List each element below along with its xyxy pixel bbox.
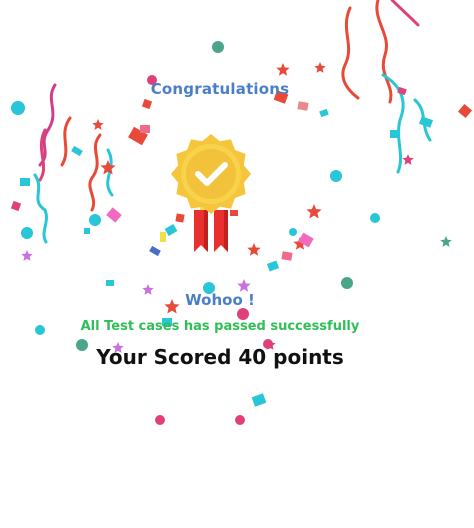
confetti-piece <box>21 227 33 239</box>
confetti-piece <box>106 280 114 286</box>
confetti-piece <box>440 236 452 247</box>
confetti-piece <box>235 415 245 425</box>
award-badge-icon <box>171 134 251 252</box>
confetti-piece <box>149 245 161 257</box>
confetti-piece <box>289 228 297 236</box>
confetti-piece <box>457 103 473 119</box>
confetti-piece <box>413 98 432 142</box>
confetti-piece <box>140 125 150 133</box>
confetti-piece <box>330 170 342 182</box>
confetti-piece <box>293 237 307 250</box>
confetti-piece <box>402 154 414 165</box>
confetti-piece <box>100 160 116 175</box>
confetti-piece <box>10 200 22 212</box>
success-message: All Test cases has passed successfully <box>80 319 360 334</box>
confetti-piece <box>266 260 280 272</box>
confetti-piece <box>237 279 251 292</box>
congratulations-title: Congratulations <box>150 80 290 98</box>
confetti-piece <box>370 213 380 223</box>
confetti-piece <box>306 204 322 219</box>
confetti-piece <box>251 393 267 407</box>
confetti-piece <box>88 133 102 212</box>
confetti-piece <box>38 128 47 182</box>
confetti-piece <box>141 98 153 110</box>
confetti-piece <box>298 232 314 248</box>
confetti-piece <box>11 101 25 115</box>
confetti-piece <box>89 214 101 226</box>
confetti-piece <box>319 108 329 118</box>
confetti-piece <box>60 116 72 167</box>
confetti-piece <box>341 277 353 289</box>
confetti-piece <box>276 63 290 76</box>
confetti-piece <box>390 130 398 138</box>
confetti-piece <box>314 62 326 73</box>
confetti-piece <box>212 41 224 53</box>
confetti-piece <box>281 251 293 261</box>
confetti-piece <box>390 0 420 27</box>
confetti-piece <box>84 228 90 234</box>
confetti-piece <box>160 232 166 242</box>
confetti-piece <box>418 116 434 128</box>
confetti-piece <box>106 148 114 197</box>
confetti-piece <box>155 415 165 425</box>
confetti-piece <box>106 207 122 223</box>
confetti-piece <box>71 145 83 157</box>
confetti-piece <box>33 173 48 244</box>
score-text: Your Scored 40 points <box>96 345 344 369</box>
confetti-piece <box>128 126 148 146</box>
wohoo-text: Wohoo ! <box>185 291 255 309</box>
confetti-piece <box>20 178 30 186</box>
confetti-piece <box>92 119 104 130</box>
confetti-piece <box>297 101 309 111</box>
confetti-piece <box>21 250 33 261</box>
